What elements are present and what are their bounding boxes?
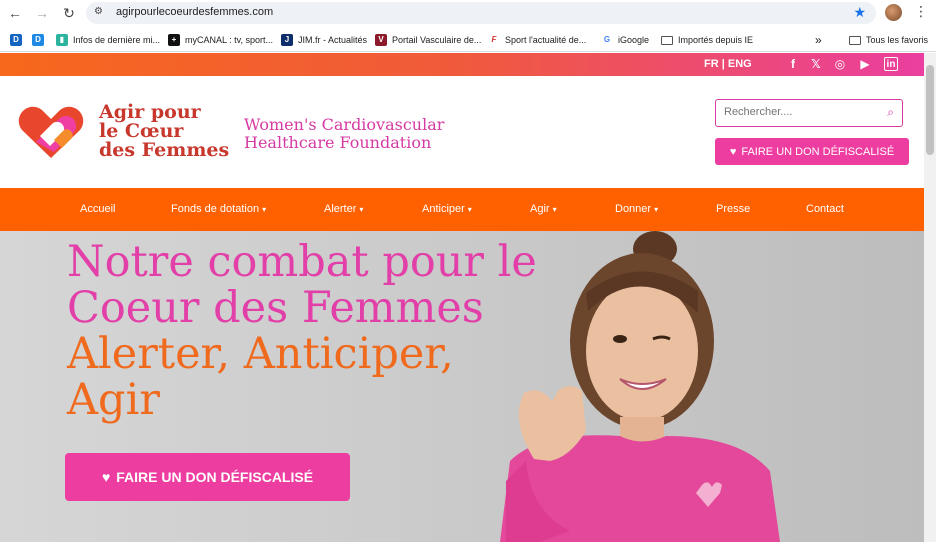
bookmark-label: iGoogle	[618, 35, 650, 45]
bookmark-star-icon[interactable]: ★	[853, 4, 866, 21]
nav-label: Donner	[615, 203, 652, 215]
nav-label: Contact	[806, 203, 844, 215]
x-twitter-icon[interactable]: 𝕏	[809, 57, 823, 71]
folder-icon	[661, 35, 673, 45]
donate-button-header[interactable]: ♥ FAIRE UN DON DÉFISCALISÉ	[715, 138, 909, 165]
linkedin-icon[interactable]: in	[884, 57, 898, 71]
site-topbar: FR | ENG f 𝕏 ◎ ▶ in	[0, 53, 924, 76]
nav-item-anticiper[interactable]: Anticiper ▾	[422, 203, 472, 215]
nav-label: Fonds de dotation	[171, 203, 260, 215]
hero-title-line: Notre combat pour le	[67, 237, 537, 287]
bookmark-sport[interactable]: F Sport l'actualité de...	[488, 32, 586, 48]
bookmark-portail[interactable]: V Portail Vasculaire de...	[375, 32, 481, 48]
search-input[interactable]	[724, 106, 874, 118]
bookmark-favicon: V	[375, 34, 387, 46]
main-nav: Accueil Fonds de dotation ▾ Alerter ▾ Anti…	[0, 188, 924, 231]
browser-menu-icon[interactable]: ⋮	[914, 3, 928, 20]
site-info-icon[interactable]: ⚙	[94, 6, 103, 17]
bookmarks-bar: D D ▮ Infos de dernière mi... + myCANAL : …	[0, 26, 936, 52]
donate-label: FAIRE UN DON DÉFISCALISÉ	[116, 469, 314, 485]
nav-label: Presse	[716, 203, 751, 215]
nav-label: Agir	[530, 203, 550, 215]
bookmark-jim[interactable]: J JIM.fr - Actualités	[281, 32, 367, 48]
bookmark-label: Sport l'actualité de...	[505, 35, 587, 45]
hero-subtitle-line: Agir	[67, 375, 160, 425]
search-box[interactable]: ⌕	[715, 99, 903, 127]
bookmark-favicon: F	[488, 34, 500, 46]
back-icon[interactable]: ←	[6, 4, 24, 22]
youtube-icon[interactable]: ▶	[858, 57, 872, 71]
url-text[interactable]: agirpourlecoeurdesfemmes.com	[116, 6, 273, 18]
logo-heart-icon[interactable]	[14, 100, 88, 164]
site-header: Agir pour le Cœur des Femmes Women's Car…	[0, 76, 924, 188]
hero-banner: Notre combat pour le Coeur des Femmes Al…	[0, 231, 924, 542]
instagram-icon[interactable]: ◎	[833, 57, 847, 71]
tagline-line: Healthcare Foundation	[244, 133, 432, 152]
chevron-down-icon: ▾	[467, 205, 472, 214]
hero-title-line: Coeur des Femmes	[67, 283, 484, 333]
bookmark-label: JIM.fr - Actualités	[298, 35, 368, 45]
bookmark-infos[interactable]: ▮ Infos de dernière mi...	[56, 32, 160, 48]
chevron-down-icon: ▾	[552, 205, 557, 214]
nav-item-accueil[interactable]: Accueil	[80, 203, 115, 215]
forward-icon[interactable]: →	[33, 4, 51, 22]
nav-item-presse[interactable]: Presse	[716, 203, 750, 215]
all-bookmarks[interactable]: Tous les favoris	[849, 32, 928, 48]
address-bar[interactable]: ⚙ agirpourlecoeurdesfemmes.com ★	[86, 2, 876, 24]
nav-item-fonds[interactable]: Fonds de dotation ▾	[171, 203, 266, 215]
bookmark-favicon: ▮	[56, 34, 68, 46]
bookmark-importes[interactable]: Importés depuis IE	[661, 32, 753, 48]
nav-item-alerter[interactable]: Alerter ▾	[324, 203, 363, 215]
bookmark-favicon: +	[168, 34, 180, 46]
nav-item-agir[interactable]: Agir ▾	[530, 203, 557, 215]
nav-item-donner[interactable]: Donner ▾	[615, 203, 658, 215]
bookmark-d1[interactable]: D	[10, 32, 22, 48]
bookmark-mycanal[interactable]: + myCANAL : tv, sport...	[168, 32, 273, 48]
facebook-icon[interactable]: f	[786, 57, 800, 71]
bookmark-igoogle[interactable]: GiGoogle	[601, 32, 649, 48]
logo-text[interactable]: Agir pour le Cœur des Femmes	[99, 103, 229, 160]
bookmark-label: Infos de dernière mi...	[73, 35, 161, 45]
chevron-down-icon: ▾	[654, 205, 659, 214]
heart-icon: ♥	[729, 145, 737, 158]
nav-label: Accueil	[80, 203, 116, 215]
nav-label: Anticiper	[422, 203, 465, 215]
chevron-down-icon: ▾	[359, 205, 364, 214]
heart-icon: ♥	[101, 469, 111, 485]
bookmark-d2[interactable]: D	[32, 32, 44, 48]
search-icon[interactable]: ⌕	[887, 105, 894, 120]
bookmark-favicon: J	[281, 34, 293, 46]
bookmark-favicon: G	[601, 34, 613, 46]
logo-line: des Femmes	[99, 139, 230, 161]
page-scrollbar[interactable]	[924, 53, 936, 542]
donate-button-hero[interactable]: ♥ FAIRE UN DON DÉFISCALISÉ	[65, 453, 350, 501]
nav-label: Alerter	[324, 203, 357, 215]
more-bookmarks-icon[interactable]: »	[815, 32, 822, 48]
foundation-tagline: Women's Cardiovascular Healthcare Founda…	[244, 116, 444, 152]
donate-label: FAIRE UN DON DÉFISCALISÉ	[741, 145, 895, 158]
bookmark-label: Portail Vasculaire de...	[392, 35, 482, 45]
profile-avatar[interactable]	[885, 4, 902, 21]
all-bookmarks-label: Tous les favoris	[866, 35, 929, 45]
language-switch[interactable]: FR | ENG	[704, 58, 752, 70]
bookmark-label: Importés depuis IE	[678, 35, 754, 45]
nav-item-contact[interactable]: Contact	[806, 203, 844, 215]
bookmark-favicon: D	[32, 34, 44, 46]
tagline-line: Women's Cardiovascular	[244, 115, 445, 134]
reload-icon[interactable]: ↻	[60, 4, 78, 22]
scrollbar-thumb[interactable]	[926, 65, 934, 155]
hero-subtitle-line: Alerter, Anticiper,	[67, 329, 454, 379]
bookmark-label: myCANAL : tv, sport...	[185, 35, 274, 45]
bookmark-favicon: D	[10, 34, 22, 46]
chevron-down-icon: ▾	[262, 205, 267, 214]
browser-toolbar: ← → ↻ ⚙ agirpourlecoeurdesfemmes.com ★ ⋮	[0, 0, 936, 26]
folder-icon	[849, 35, 861, 45]
